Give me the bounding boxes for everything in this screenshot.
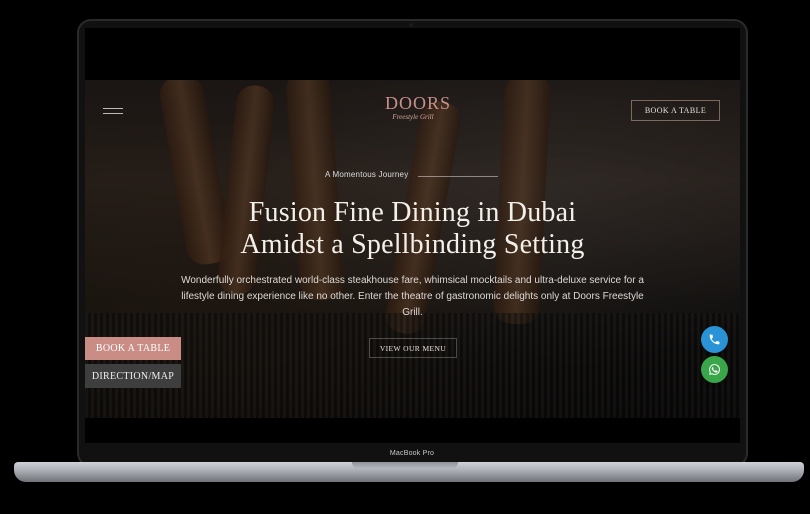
logo-wordmark: DOORS: [385, 93, 452, 113]
hero-title: Fusion Fine Dining in Dubai Amidst a Spe…: [205, 197, 620, 261]
whatsapp-button[interactable]: [701, 356, 728, 383]
logo-tagline: Freestyle Grill: [392, 113, 434, 121]
brand-logo[interactable]: DOORS Freestyle Grill: [385, 93, 452, 121]
laptop-hinge-notch: [352, 462, 458, 469]
device-label: MacBook Pro: [389, 450, 435, 457]
hero-title-line-2: Amidst a Spellbinding Setting: [240, 229, 585, 260]
whatsapp-icon: [709, 364, 721, 375]
hero-title-line-1: Fusion Fine Dining in Dubai: [248, 197, 577, 228]
camera-icon: [409, 23, 413, 27]
phone-icon: [709, 334, 720, 345]
book-table-button-side[interactable]: BOOK A TABLE: [85, 337, 181, 360]
directions-map-button[interactable]: DIRECTION/MAP: [85, 364, 181, 388]
hero-section: DOORS Freestyle Grill BOOK A TABLE A Mom…: [85, 80, 740, 418]
phone-call-button[interactable]: [701, 326, 728, 353]
hamburger-menu-icon[interactable]: [103, 106, 123, 116]
view-menu-button[interactable]: VIEW OUR MENU: [369, 338, 457, 358]
eyebrow-divider: [418, 176, 498, 177]
laptop-screen: DOORS Freestyle Grill BOOK A TABLE A Mom…: [85, 28, 740, 443]
book-table-button-top[interactable]: BOOK A TABLE: [631, 100, 720, 121]
hero-description: Wonderfully orchestrated world-class ste…: [181, 275, 644, 318]
